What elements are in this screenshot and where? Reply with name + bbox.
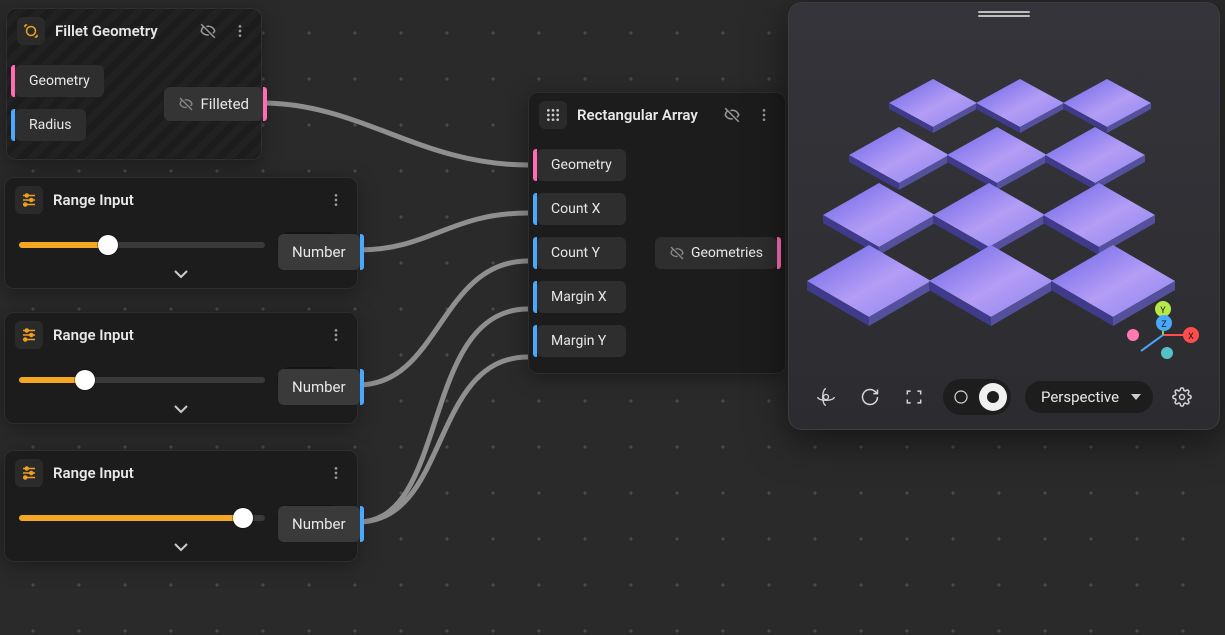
shading-wire-button[interactable] xyxy=(947,383,975,411)
projection-dropdown[interactable]: Perspective xyxy=(1025,381,1153,413)
sliders-icon xyxy=(15,459,43,487)
port-handle[interactable] xyxy=(360,234,364,270)
viewport-panel[interactable]: X Y Z Perspective xyxy=(788,2,1220,430)
node-rectangular-array[interactable]: Rectangular Array Geometry Count X Count… xyxy=(528,92,786,374)
node-header[interactable]: Rectangular Array xyxy=(529,93,785,137)
slider-fill xyxy=(19,242,108,248)
svg-text:Y: Y xyxy=(1160,306,1166,316)
more-menu-icon[interactable] xyxy=(229,20,251,42)
settings-button[interactable] xyxy=(1167,382,1197,412)
port-count-x-in[interactable]: Count X xyxy=(537,193,626,225)
orbit-button[interactable] xyxy=(811,382,841,412)
port-label: Radius xyxy=(29,117,72,133)
port-label: Margin Y xyxy=(551,333,606,349)
svg-text:X: X xyxy=(1188,332,1194,342)
port-margin-y-in[interactable]: Margin Y xyxy=(537,325,626,357)
port-label: Number xyxy=(292,378,346,396)
node-range-input-1[interactable]: Range Input 4 xyxy=(4,177,358,289)
more-menu-icon[interactable] xyxy=(325,462,347,484)
node-header[interactable]: Range Input xyxy=(5,451,357,495)
node-header[interactable]: Range Input xyxy=(5,178,357,222)
port-geometry-in[interactable]: Geometry xyxy=(537,149,626,181)
port-handle[interactable] xyxy=(533,325,537,357)
node-title: Rectangular Array xyxy=(577,106,711,124)
port-radius-in[interactable]: Radius xyxy=(15,109,86,141)
range-slider[interactable] xyxy=(19,515,265,521)
port-handle[interactable] xyxy=(533,149,537,181)
refresh-button[interactable] xyxy=(855,382,885,412)
port-geometries-out[interactable]: Geometries xyxy=(655,237,777,269)
port-handle[interactable] xyxy=(263,87,267,121)
node-title: Range Input xyxy=(53,191,315,209)
visibility-toggle-icon[interactable] xyxy=(721,104,743,126)
svg-text:Z: Z xyxy=(1161,320,1167,330)
port-number-out-2[interactable]: Number xyxy=(278,369,360,405)
projection-label: Perspective xyxy=(1041,388,1119,406)
more-menu-icon[interactable] xyxy=(325,189,347,211)
port-label: Filleted xyxy=(200,95,249,113)
port-handle[interactable] xyxy=(360,369,364,405)
slider-thumb[interactable] xyxy=(98,235,118,255)
sliders-icon xyxy=(15,321,43,349)
sliders-icon xyxy=(15,186,43,214)
slider-thumb[interactable] xyxy=(233,508,253,528)
port-margin-x-in[interactable]: Margin X xyxy=(537,281,626,313)
port-number-out-3[interactable]: Number xyxy=(278,506,360,542)
port-label: Count Y xyxy=(551,245,600,261)
node-fillet-geometry[interactable]: Fillet Geometry Geometry Radius Filleted xyxy=(6,8,262,160)
port-handle[interactable] xyxy=(360,506,364,542)
port-label: Number xyxy=(292,243,346,261)
port-handle[interactable] xyxy=(777,237,781,269)
node-header[interactable]: Range Input xyxy=(5,313,357,357)
range-slider[interactable] xyxy=(19,377,265,383)
port-handle[interactable] xyxy=(11,109,15,141)
port-handle[interactable] xyxy=(533,237,537,269)
fillet-icon xyxy=(17,17,45,45)
viewport-toolbar: Perspective xyxy=(789,379,1219,415)
port-label: Geometry xyxy=(29,73,90,89)
port-label: Geometry xyxy=(551,157,612,173)
port-handle[interactable] xyxy=(533,193,537,225)
slider-thumb[interactable] xyxy=(75,370,95,390)
shading-mode-group xyxy=(943,379,1011,415)
port-geometry-in[interactable]: Geometry xyxy=(15,65,104,97)
visibility-toggle-icon[interactable] xyxy=(197,20,219,42)
slider-fill xyxy=(19,515,243,521)
port-number-out-1[interactable]: Number xyxy=(278,234,360,270)
range-slider[interactable] xyxy=(19,242,265,248)
port-handle[interactable] xyxy=(11,65,15,97)
port-label: Number xyxy=(292,515,346,533)
port-label: Count X xyxy=(551,201,600,217)
drag-handle-icon[interactable] xyxy=(978,11,1030,17)
grid-icon xyxy=(539,101,567,129)
node-title: Range Input xyxy=(53,464,315,482)
port-label: Margin X xyxy=(551,289,607,305)
node-header[interactable]: Fillet Geometry xyxy=(7,9,261,53)
node-range-input-2[interactable]: Range Input 3 xyxy=(4,312,358,424)
more-menu-icon[interactable] xyxy=(325,324,347,346)
node-title: Fillet Geometry xyxy=(55,22,187,40)
frame-button[interactable] xyxy=(899,382,929,412)
port-filleted-out[interactable]: Filleted xyxy=(164,87,263,121)
node-title: Range Input xyxy=(53,326,315,344)
axis-gizmo[interactable]: X Y Z xyxy=(1123,301,1201,371)
more-menu-icon[interactable] xyxy=(753,104,775,126)
port-label: Geometries xyxy=(691,245,763,261)
port-handle[interactable] xyxy=(533,281,537,313)
port-count-y-in[interactable]: Count Y xyxy=(537,237,626,269)
shading-solid-button[interactable] xyxy=(979,383,1007,411)
